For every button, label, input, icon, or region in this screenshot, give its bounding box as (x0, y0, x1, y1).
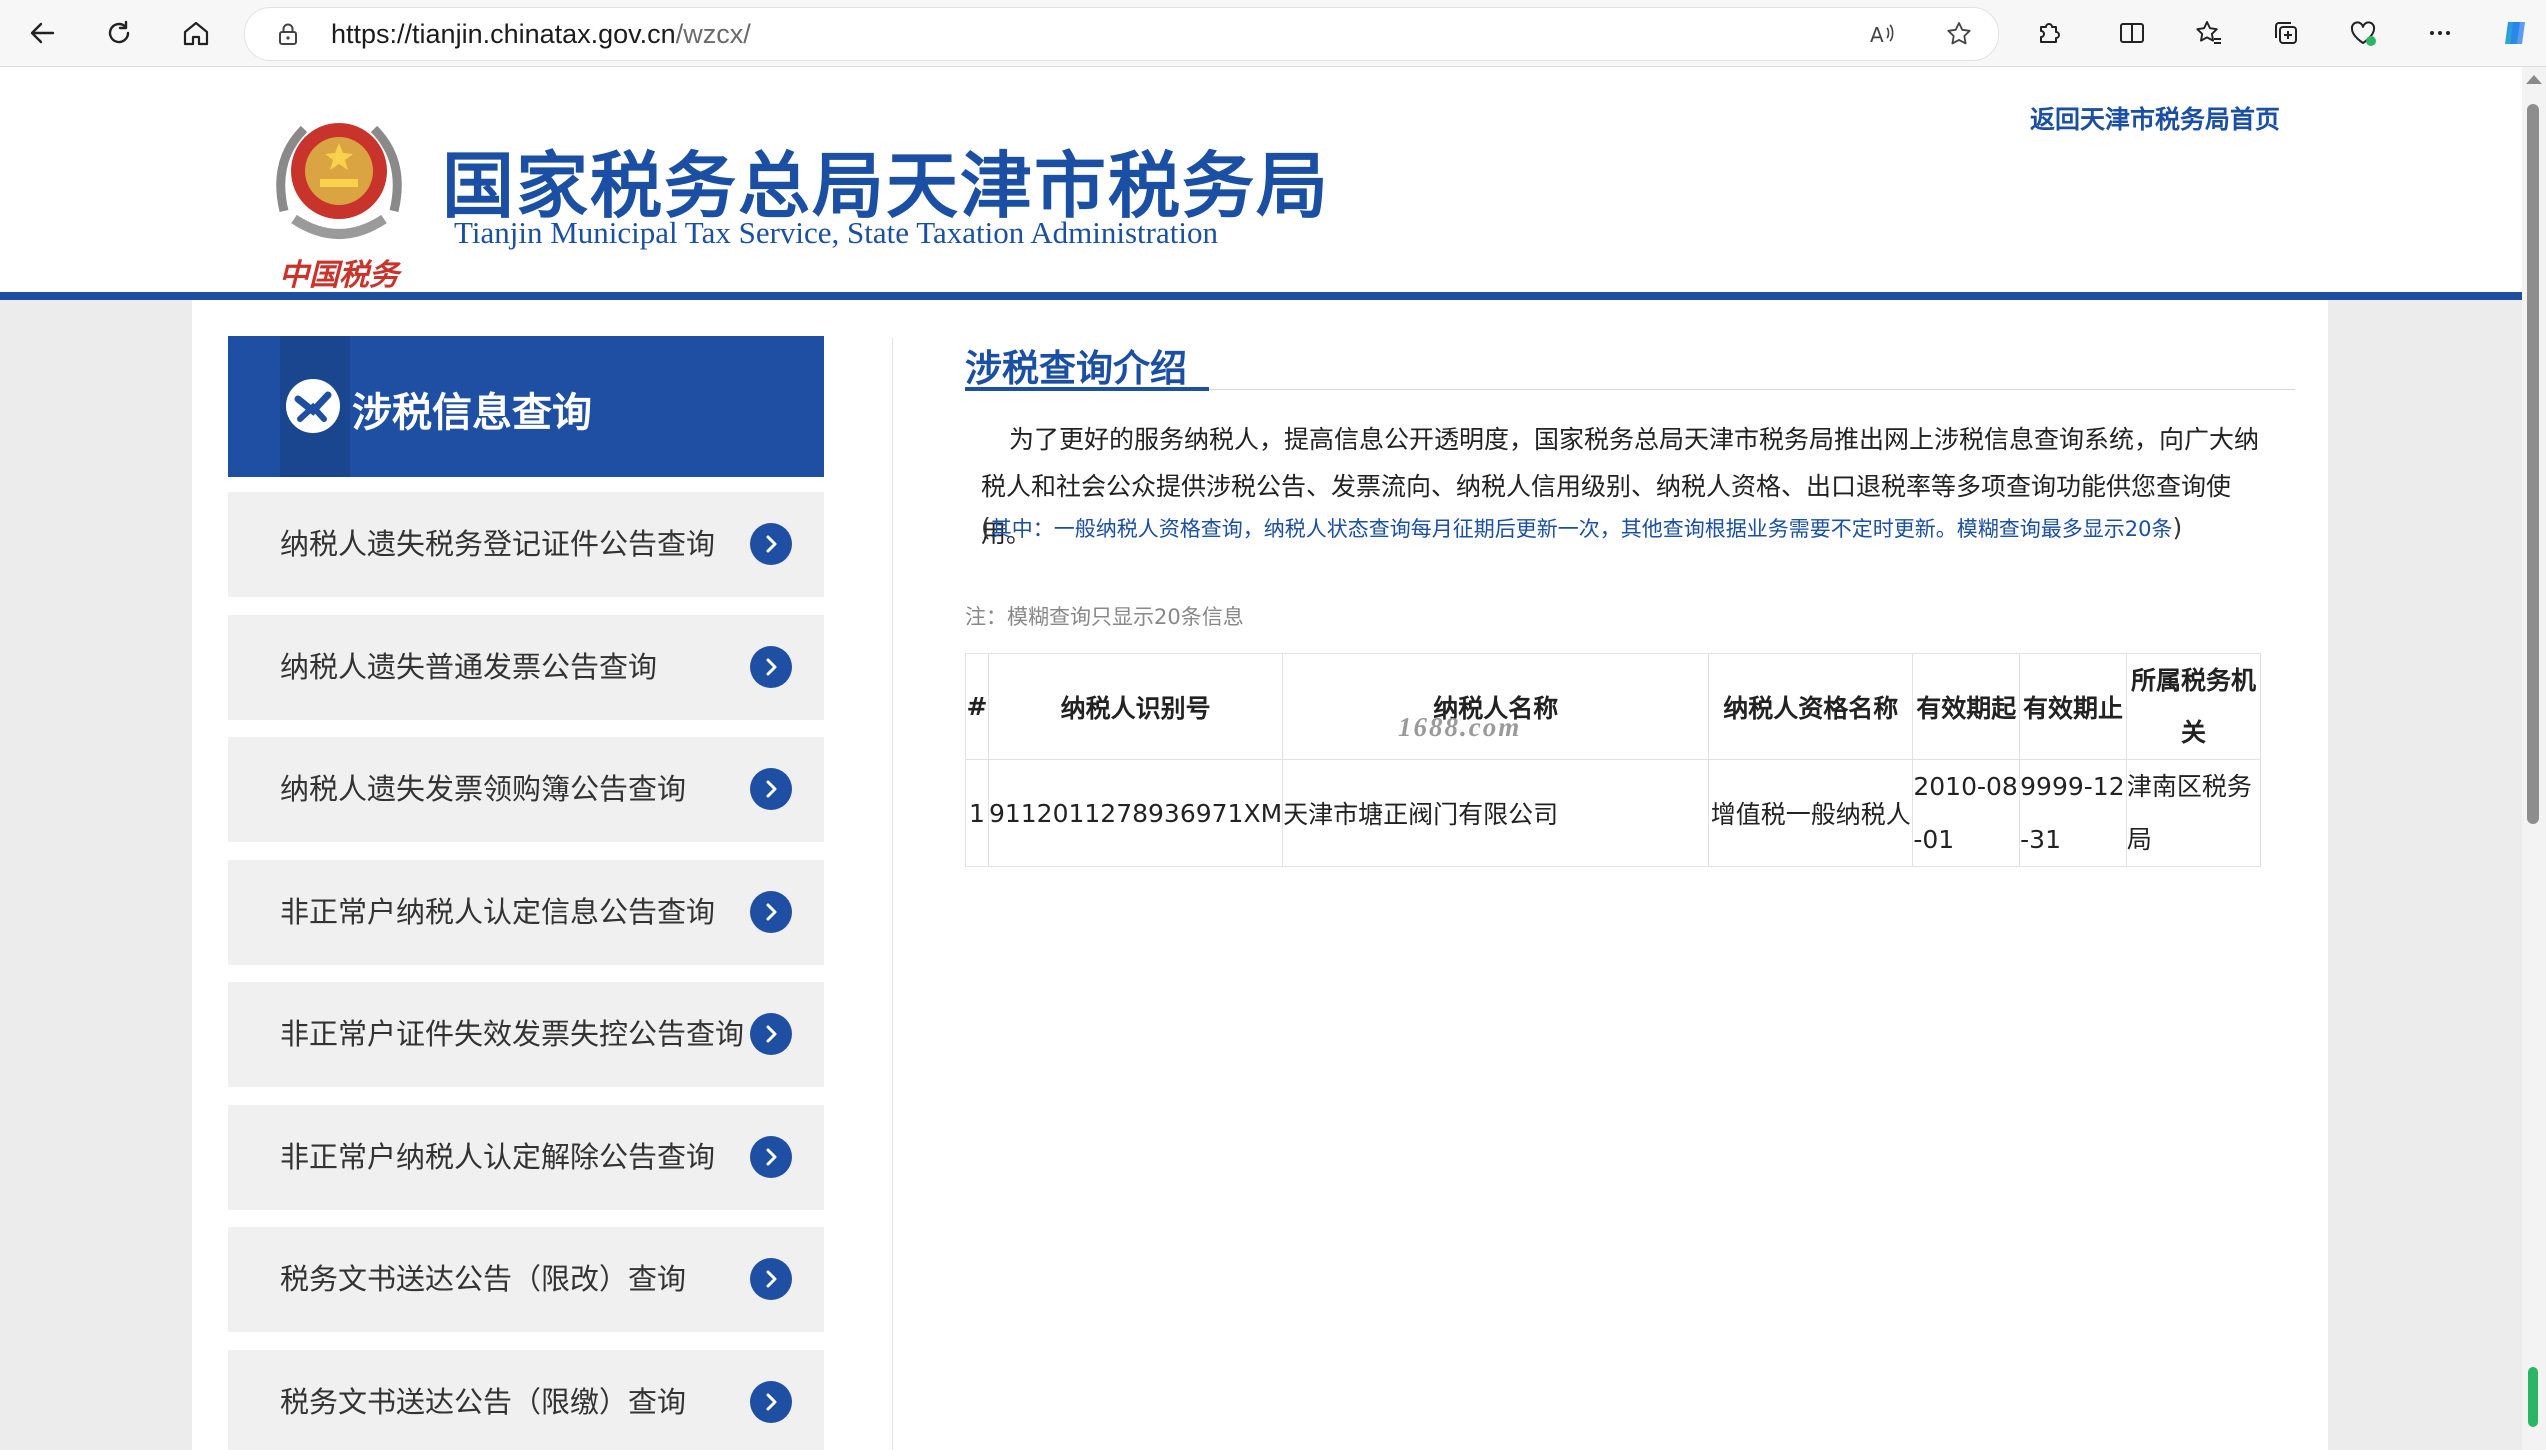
copilot-icon (2505, 22, 2525, 44)
sidebar-item-label: 纳税人遗失税务登记证件公告查询 (280, 527, 716, 561)
refresh-button[interactable] (96, 10, 142, 56)
chevron-right-icon[interactable] (750, 523, 792, 565)
back-button[interactable] (19, 10, 65, 56)
browser-toolbar: https://tianjin.chinatax.gov.cn/wzcx/ A (0, 0, 2546, 67)
favorites-icon (2196, 21, 2221, 44)
address-bar[interactable]: https://tianjin.chinatax.gov.cn/wzcx/ A (244, 7, 1999, 61)
note-close-paren: ) (2172, 513, 2183, 542)
table-cell: 9999-12-31 (2019, 759, 2127, 867)
chevron-right-icon[interactable] (750, 1258, 792, 1300)
table-cell: 天津市塘正阀门有限公司 (1282, 759, 1710, 867)
intro-note: (其中：一般纳税人资格查询，纳税人状态查询每月征期后更新一次，其他查询根据业务需… (981, 513, 2281, 543)
header-divider-bar (0, 292, 2522, 300)
url-text[interactable]: https://tianjin.chinatax.gov.cn/wzcx/ (331, 8, 751, 60)
sidebar-title: 涉税信息查询 (352, 390, 592, 436)
table-cell: 2010-08-01 (1912, 759, 2021, 867)
sidebar-item-lost-registration[interactable]: 纳税人遗失税务登记证件公告查询 (228, 492, 824, 597)
results-table: # 纳税人识别号 纳税人名称 纳税人资格名称 有效期起 有效期止 所属税务机关 … (965, 653, 2262, 867)
table-row: 1 9112011278936971XM 天津市塘正阀门有限公司 增值税一般纳税… (965, 759, 2262, 867)
site-subtitle: Tianjin Municipal Tax Service, State Tax… (454, 215, 1218, 250)
svg-text:A: A (1870, 23, 1884, 47)
return-home-link[interactable]: 返回天津市税务局首页 (2030, 100, 2280, 136)
split-screen-icon (2120, 23, 2144, 43)
sidebar-item-label: 非正常户纳税人认定解除公告查询 (280, 1140, 716, 1174)
table-cell: 1 (965, 759, 989, 867)
note-open-paren: ( (981, 513, 991, 542)
extensions-icon (2040, 23, 2060, 43)
tax-emblem-logo: 中国税务 (276, 123, 403, 293)
title-underline (965, 387, 1209, 391)
more-button[interactable] (2417, 10, 2463, 56)
sidebar-item-document-payment[interactable]: 税务文书送达公告（限缴）查询 (228, 1350, 824, 1450)
watermark: 1688.com (1398, 712, 1522, 742)
chevron-right-icon[interactable] (750, 891, 792, 933)
collections-button[interactable] (2263, 10, 2309, 56)
column-header: 所属税务机关 (2125, 653, 2262, 760)
favorite-star-icon[interactable] (1945, 20, 1973, 48)
sidebar-item-lost-invoice[interactable]: 纳税人遗失普通发票公告查询 (228, 615, 824, 720)
column-header: 有效期起 (1912, 653, 2021, 760)
sidebar-item-abnormal-release[interactable]: 非正常户纳税人认定解除公告查询 (228, 1105, 824, 1210)
more-icon (2430, 31, 2450, 35)
collections-icon (2275, 22, 2297, 44)
column-header: 纳税人识别号 (987, 653, 1284, 760)
chevron-right-icon[interactable] (750, 768, 792, 810)
sidebar-item-document-correction[interactable]: 税务文书送达公告（限改）查询 (228, 1227, 824, 1332)
chevron-right-icon[interactable] (750, 1381, 792, 1423)
scrollbar-thumb[interactable] (2527, 104, 2539, 824)
column-header: 有效期止 (2019, 653, 2127, 760)
sidebar-item-label: 纳税人遗失发票领购簿公告查询 (280, 772, 687, 806)
intro-note-text: 其中：一般纳税人资格查询，纳税人状态查询每月征期后更新一次，其他查询根据业务需要… (990, 517, 2173, 541)
table-cell: 津南区税务局 (2125, 759, 2262, 867)
lock-icon[interactable] (275, 21, 301, 47)
table-header-row: # 纳税人识别号 纳税人名称 纳税人资格名称 有效期起 有效期止 所属税务机关 (965, 653, 2262, 760)
column-header: # (965, 653, 989, 760)
page-scrollbar[interactable] (2522, 67, 2546, 1450)
table-cell: 9112011278936971XM (987, 759, 1284, 867)
web-page: 中国税务 国家税务总局天津市税务局 Tianjin Municipal Tax … (0, 67, 2522, 1450)
sidebar-item-certificate-invalid[interactable]: 非正常户证件失效发票失控公告查询 (228, 982, 824, 1087)
sidebar-item-abnormal-identification[interactable]: 非正常户纳税人认定信息公告查询 (228, 860, 824, 965)
split-screen-button[interactable] (2109, 10, 2155, 56)
sidebar-header: 涉税信息查询 (228, 336, 824, 477)
content-panel: 涉税信息查询 纳税人遗失税务登记证件公告查询 纳税人遗失普通发票公告查询 纳税人… (192, 300, 2328, 1450)
browser-essentials-icon (2350, 21, 2376, 46)
chevron-right-icon[interactable] (750, 646, 792, 688)
chevron-right-icon[interactable] (750, 1136, 792, 1178)
scroll-up-arrow-icon[interactable] (2526, 75, 2542, 84)
scroll-indicator (2528, 1367, 2538, 1427)
table-cell: 增值税一般纳税人 (1708, 759, 1914, 867)
query-note: 注：模糊查询只显示20条信息 (965, 605, 1244, 629)
home-button[interactable] (173, 10, 219, 56)
extensions-button[interactable] (2026, 10, 2072, 56)
copilot-button[interactable] (2492, 10, 2538, 56)
sidebar-item-label: 税务文书送达公告（限改）查询 (280, 1262, 687, 1296)
tax-logo-icon (286, 379, 340, 433)
read-aloud-icon[interactable]: A (1868, 20, 1896, 48)
svg-text:中国税务: 中国税务 (279, 258, 403, 293)
column-divider (892, 338, 893, 1450)
favorites-button[interactable] (2186, 10, 2232, 56)
back-arrow-icon (30, 22, 55, 44)
site-header: 中国税务 国家税务总局天津市税务局 Tianjin Municipal Tax … (0, 67, 2522, 296)
column-header: 纳税人名称 (1282, 653, 1710, 760)
page-title: 涉税查询介绍 (965, 347, 1187, 390)
sidebar-item-lost-invoice-book[interactable]: 纳税人遗失发票领购簿公告查询 (228, 737, 824, 842)
column-header: 纳税人资格名称 (1708, 653, 1914, 760)
sidebar-item-label: 非正常户纳税人认定信息公告查询 (280, 895, 716, 929)
browser-essentials-button[interactable] (2340, 10, 2386, 56)
sidebar-item-label: 税务文书送达公告（限缴）查询 (280, 1385, 687, 1419)
chevron-right-icon[interactable] (750, 1013, 792, 1055)
home-icon (183, 21, 209, 46)
refresh-icon (108, 20, 130, 44)
sidebar-item-label: 纳税人遗失普通发票公告查询 (280, 650, 658, 684)
sidebar-item-label: 非正常户证件失效发票失控公告查询 (280, 1017, 745, 1051)
